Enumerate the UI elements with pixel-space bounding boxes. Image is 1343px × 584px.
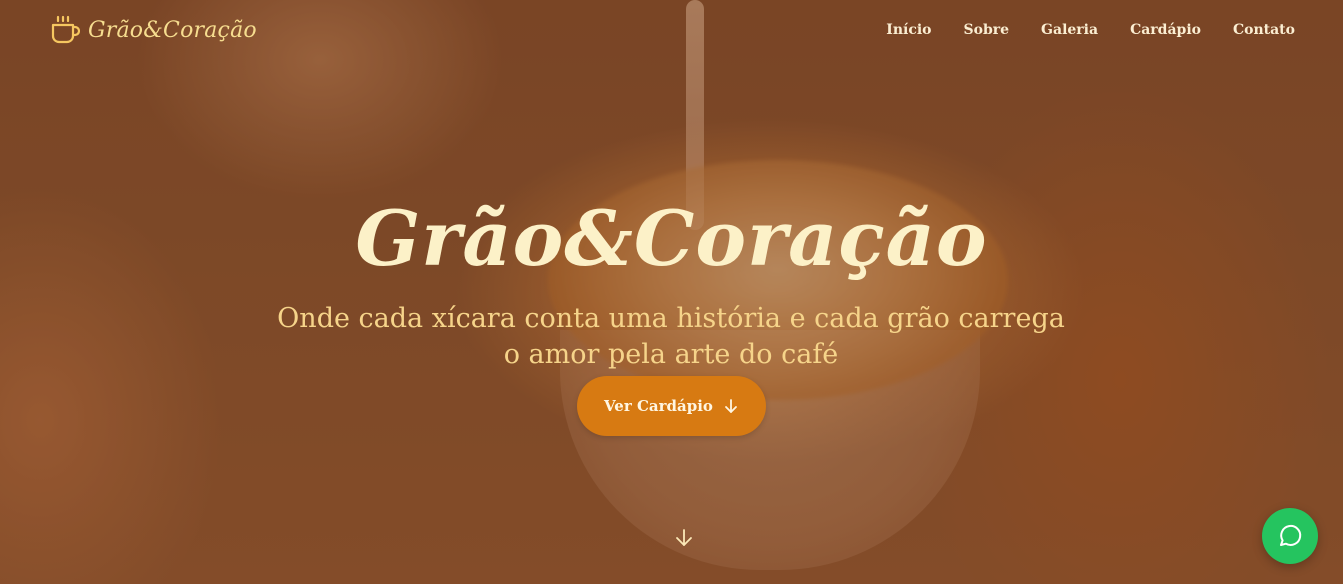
nav-link-galeria[interactable]: Galeria	[1041, 22, 1098, 38]
brand-logo[interactable]: Grão&Coração	[48, 14, 257, 46]
brand-name: Grão&Coração	[88, 17, 257, 43]
scroll-down-arrow-icon[interactable]	[673, 527, 695, 549]
view-menu-button-label: Ver Cardápio	[604, 397, 713, 415]
nav-link-contato[interactable]: Contato	[1233, 22, 1295, 38]
hero-subtitle: Onde cada xícara conta uma história e ca…	[277, 303, 1065, 370]
nav-link-sobre[interactable]: Sobre	[964, 22, 1010, 38]
whatsapp-button[interactable]	[1262, 508, 1318, 564]
main-nav: Início Sobre Galeria Cardápio Contato	[886, 22, 1295, 38]
coffee-cup-icon	[51, 15, 80, 44]
view-menu-button[interactable]: Ver Cardápio	[577, 376, 766, 436]
hero-overlay	[0, 0, 1343, 584]
arrow-down-icon	[725, 399, 737, 413]
site-header: Grão&Coração Início Sobre Galeria Cardáp…	[0, 0, 1343, 64]
nav-link-cardapio[interactable]: Cardápio	[1130, 22, 1201, 38]
whatsapp-icon	[1280, 524, 1302, 546]
hero-background	[0, 0, 1343, 584]
nav-link-inicio[interactable]: Início	[886, 22, 931, 38]
hero-title: Grão&Coração	[355, 193, 988, 283]
